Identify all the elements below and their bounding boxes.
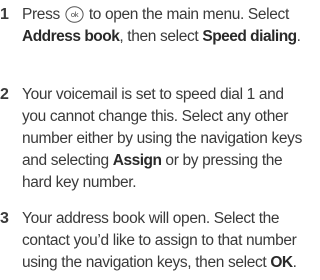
menu-item-speed-dialing: Speed dialing [202,28,297,45]
step-text-segment: , then select [119,28,199,45]
menu-item-address-book: Address book [22,28,120,45]
step-number: 2 [0,86,9,103]
step-text-segment: . [296,28,301,45]
step-text: Your address book will open. Select the … [22,208,311,274]
softkey-ok: OK [270,254,293,271]
step-number: 1 [0,6,9,23]
step-text-segment: . [292,254,297,271]
step-number: 3 [0,210,9,227]
ok-icon-label: ok [71,10,79,19]
step-text: Press ok to open the main menu. Select A… [22,4,311,48]
instruction-steps: 1 Press ok to open the main menu. Select… [0,0,311,280]
softkey-assign: Assign [112,152,162,169]
step-text: Your voicemail is set to speed dial 1 an… [22,84,311,194]
ok-button-icon: ok [65,6,84,23]
step-text-segment: to open the main menu. Select [88,6,289,23]
step-text-segment: Press [22,6,60,23]
step-text-segment: Your address book will open. Select the … [22,210,297,271]
